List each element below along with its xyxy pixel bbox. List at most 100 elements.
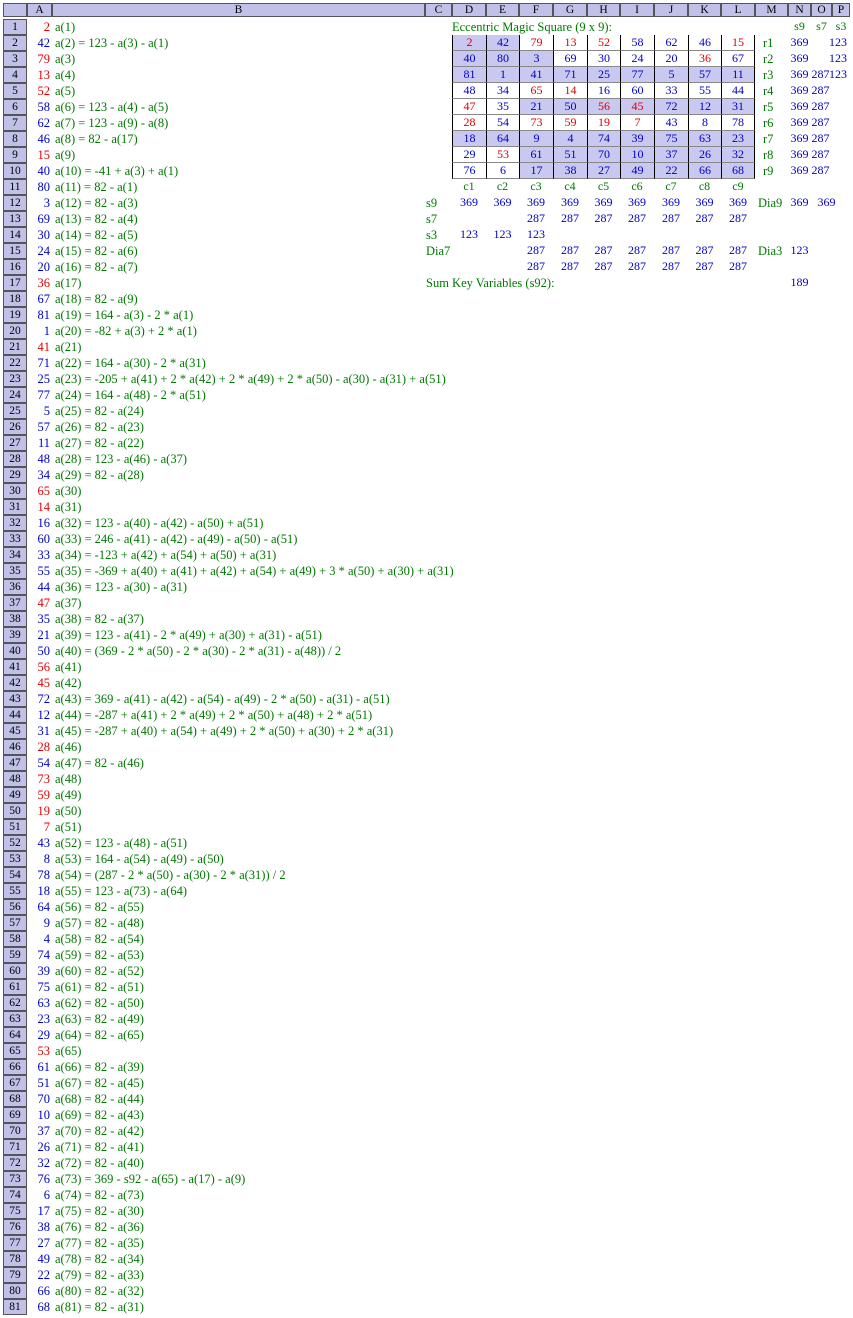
cell-formula[interactable]: a(32) = 123 - a(40) - a(42) - a(50) + a(… — [55, 515, 263, 531]
cell-value[interactable]: 19 — [28, 803, 51, 819]
cell-formula[interactable]: a(26) = 82 - a(23) — [55, 419, 144, 435]
cell-value[interactable]: 69 — [28, 211, 51, 227]
row-header[interactable]: 59 — [3, 947, 27, 963]
cell-value[interactable]: 22 — [28, 1267, 51, 1283]
cell-formula[interactable]: a(29) = 82 - a(28) — [55, 467, 144, 483]
cell-value[interactable]: 2 — [28, 19, 50, 35]
row-header[interactable]: 70 — [3, 1123, 27, 1139]
cell-value[interactable]: 81 — [28, 307, 51, 323]
row-header[interactable]: 49 — [3, 787, 27, 803]
row-header[interactable]: 13 — [3, 211, 27, 227]
row-header[interactable]: 23 — [3, 371, 27, 387]
magic-cell[interactable]: 28 — [452, 115, 486, 131]
cell-value[interactable]: 41 — [28, 339, 51, 355]
cell-value[interactable]: 24 — [28, 243, 51, 259]
cell-value[interactable]: 53 — [28, 1043, 51, 1059]
magic-cell[interactable]: 76 — [452, 163, 486, 179]
row-header[interactable]: 76 — [3, 1219, 27, 1235]
cell-value[interactable]: 70 — [28, 1091, 51, 1107]
cell-value[interactable]: 46 — [28, 131, 51, 147]
magic-cell[interactable]: 33 — [654, 83, 688, 99]
magic-cell[interactable]: 53 — [486, 147, 519, 163]
row-header[interactable]: 4 — [3, 67, 27, 83]
magic-cell[interactable]: 80 — [486, 51, 519, 67]
cell-value[interactable]: 64 — [28, 899, 51, 915]
cell-formula[interactable]: a(17) — [55, 275, 81, 291]
cell-formula[interactable]: a(75) = 82 - a(30) — [55, 1203, 144, 1219]
cell-formula[interactable]: a(61) = 82 - a(51) — [55, 979, 144, 995]
magic-cell[interactable]: 51 — [553, 147, 587, 163]
row-header[interactable]: 58 — [3, 931, 27, 947]
magic-cell[interactable]: 50 — [553, 99, 587, 115]
row-header[interactable]: 56 — [3, 899, 27, 915]
row-header[interactable]: 46 — [3, 739, 27, 755]
column-header-i[interactable]: I — [620, 3, 654, 17]
cell-value[interactable]: 9 — [28, 915, 50, 931]
cell-formula[interactable]: a(22) = 164 - a(30) - 2 * a(31) — [55, 355, 206, 371]
column-header-c[interactable]: C — [425, 3, 452, 17]
cell-value[interactable]: 29 — [28, 1027, 51, 1043]
row-header[interactable]: 34 — [3, 547, 27, 563]
cell-value[interactable]: 79 — [28, 51, 51, 67]
row-header[interactable]: 26 — [3, 419, 27, 435]
cell-value[interactable]: 36 — [28, 275, 51, 291]
magic-cell[interactable]: 77 — [620, 67, 654, 83]
magic-cell[interactable]: 56 — [587, 99, 620, 115]
cell-value[interactable]: 57 — [28, 419, 51, 435]
row-header[interactable]: 18 — [3, 291, 27, 307]
row-header[interactable]: 22 — [3, 355, 27, 371]
cell-value[interactable]: 16 — [28, 515, 51, 531]
row-header[interactable]: 20 — [3, 323, 27, 339]
cell-value[interactable]: 51 — [28, 1075, 51, 1091]
cell-formula[interactable]: a(60) = 82 - a(52) — [55, 963, 144, 979]
cell-formula[interactable]: a(43) = 369 - a(41) - a(42) - a(54) - a(… — [55, 691, 390, 707]
magic-cell[interactable]: 57 — [688, 67, 721, 83]
magic-cell[interactable]: 74 — [587, 131, 620, 147]
column-header-o[interactable]: O — [811, 3, 832, 17]
cell-formula[interactable]: a(54) = (287 - 2 * a(50) - a(30) - 2 * a… — [55, 867, 286, 883]
cell-value[interactable]: 27 — [28, 1235, 51, 1251]
cell-formula[interactable]: a(25) = 82 - a(24) — [55, 403, 144, 419]
cell-formula[interactable]: a(73) = 369 - s92 - a(65) - a(17) - a(9) — [55, 1171, 245, 1187]
row-header[interactable]: 6 — [3, 99, 27, 115]
cell-value[interactable]: 14 — [28, 499, 51, 515]
cell-formula[interactable]: a(16) = 82 - a(7) — [55, 259, 138, 275]
cell-formula[interactable]: a(48) — [55, 771, 81, 787]
cell-value[interactable]: 72 — [28, 691, 51, 707]
cell-value[interactable]: 48 — [28, 451, 51, 467]
cell-value[interactable]: 34 — [28, 467, 51, 483]
magic-cell[interactable]: 2 — [452, 35, 486, 51]
cell-formula[interactable]: a(80) = 82 - a(32) — [55, 1283, 144, 1299]
magic-cell[interactable]: 15 — [721, 35, 755, 51]
cell-formula[interactable]: a(66) = 82 - a(39) — [55, 1059, 144, 1075]
magic-cell[interactable]: 71 — [553, 67, 587, 83]
column-header-d[interactable]: D — [452, 3, 486, 17]
row-header[interactable]: 14 — [3, 227, 27, 243]
cell-formula[interactable]: a(1) — [55, 19, 75, 35]
magic-cell[interactable]: 52 — [587, 35, 620, 51]
cell-formula[interactable]: a(41) — [55, 659, 81, 675]
cell-value[interactable]: 71 — [28, 355, 51, 371]
cell-value[interactable]: 20 — [28, 259, 51, 275]
cell-value[interactable]: 44 — [28, 579, 51, 595]
cell-value[interactable]: 13 — [28, 67, 51, 83]
cell-value[interactable]: 68 — [28, 1299, 51, 1315]
cell-formula[interactable]: a(2) = 123 - a(3) - a(1) — [55, 35, 168, 51]
cell-value[interactable]: 54 — [28, 755, 51, 771]
magic-cell[interactable]: 13 — [553, 35, 587, 51]
magic-cell[interactable]: 59 — [553, 115, 587, 131]
cell-value[interactable]: 47 — [28, 595, 51, 611]
cell-formula[interactable]: a(44) = -287 + a(41) + 2 * a(49) + 2 * a… — [55, 707, 372, 723]
cell-formula[interactable]: a(7) = 123 - a(9) - a(8) — [55, 115, 168, 131]
magic-cell[interactable]: 60 — [620, 83, 654, 99]
row-header[interactable]: 31 — [3, 499, 27, 515]
magic-cell[interactable]: 58 — [620, 35, 654, 51]
cell-value[interactable]: 59 — [28, 787, 51, 803]
cell-formula[interactable]: a(72) = 82 - a(40) — [55, 1155, 144, 1171]
row-header[interactable]: 64 — [3, 1027, 27, 1043]
cell-formula[interactable]: a(63) = 82 - a(49) — [55, 1011, 144, 1027]
row-header[interactable]: 7 — [3, 115, 27, 131]
magic-cell[interactable]: 68 — [721, 163, 755, 179]
cell-formula[interactable]: a(31) — [55, 499, 81, 515]
cell-value[interactable]: 52 — [28, 83, 51, 99]
